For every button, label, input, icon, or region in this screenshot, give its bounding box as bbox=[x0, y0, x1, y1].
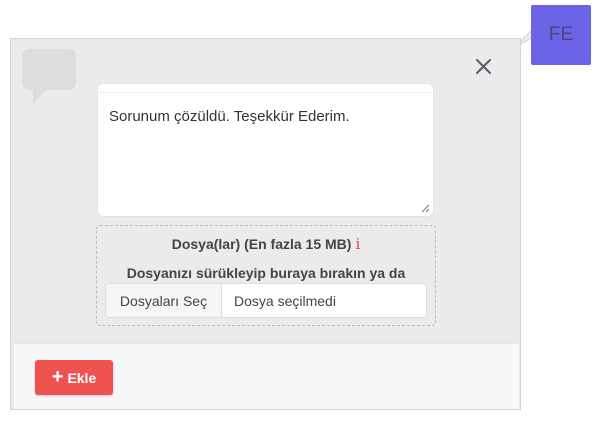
message-panel: Sorunum çözüldü. Teşekkür Ederim. Dosya(… bbox=[10, 38, 521, 410]
upload-title-text: Dosya(lar) (En fazla 15 MB) bbox=[171, 236, 352, 252]
add-button[interactable]: + Ekle bbox=[35, 360, 113, 395]
resize-handle-icon[interactable] bbox=[421, 204, 430, 213]
upload-title: Dosya(lar) (En fazla 15 MB) i bbox=[97, 235, 435, 253]
avatar[interactable]: FE bbox=[531, 5, 591, 65]
chat-bubble-icon bbox=[22, 49, 76, 104]
file-status-text: Dosya seçilmedi bbox=[234, 292, 336, 309]
choose-files-button[interactable]: Dosyaları Seç bbox=[106, 284, 222, 317]
file-input[interactable]: Dosyaları Seç Dosya seçilmedi bbox=[105, 283, 427, 318]
add-button-label: Ekle bbox=[67, 369, 97, 386]
file-dropzone[interactable]: Dosya(lar) (En fazla 15 MB) i Dosyanızı s… bbox=[96, 225, 436, 326]
plus-icon: + bbox=[51, 365, 64, 388]
textarea-divider bbox=[99, 92, 432, 93]
drop-hint: Dosyanızı sürükleyip buraya bırakın ya d… bbox=[126, 265, 406, 281]
avatar-initials: FE bbox=[548, 24, 574, 45]
close-icon bbox=[475, 58, 491, 74]
info-icon[interactable]: i bbox=[355, 235, 360, 253]
message-text: Sorunum çözüldü. Teşekkür Ederim. bbox=[109, 108, 350, 125]
message-textarea[interactable]: Sorunum çözüldü. Teşekkür Ederim. bbox=[97, 83, 434, 217]
panel-footer: + Ekle bbox=[14, 343, 519, 409]
close-button[interactable] bbox=[472, 55, 494, 77]
